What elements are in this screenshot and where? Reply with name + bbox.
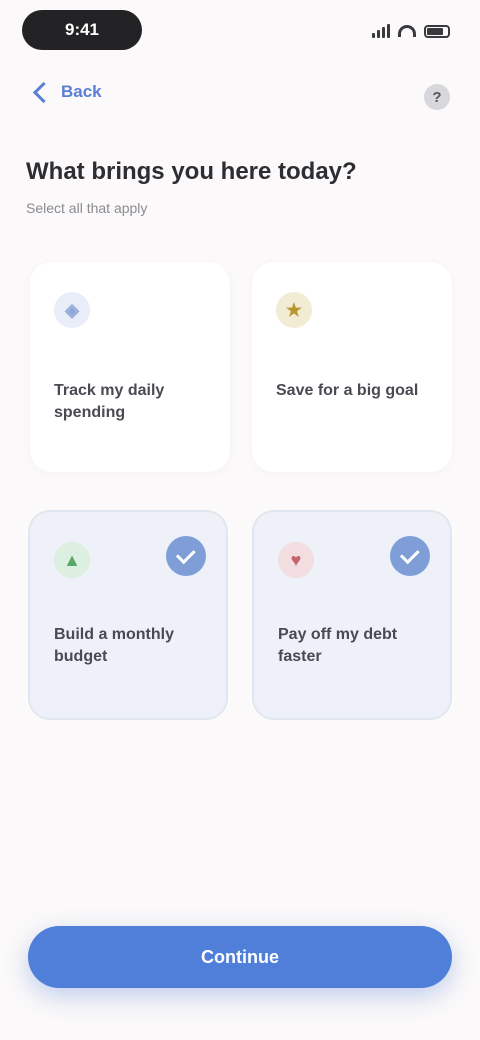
- continue-button[interactable]: Continue: [28, 926, 452, 988]
- star-icon: ★: [276, 292, 312, 328]
- option-title: Pay off my debt faster: [278, 626, 398, 665]
- page-title: What brings you here today?: [26, 158, 357, 185]
- back-button[interactable]: Back: [32, 81, 102, 103]
- selected-check-icon: [390, 536, 430, 576]
- page-subtitle: Select all that apply: [26, 200, 148, 216]
- option-card-spending[interactable]: ◈ Track my daily spending: [30, 262, 230, 472]
- wallet-icon: ◈: [54, 292, 90, 328]
- option-card-budget[interactable]: ▲ Build a monthly budget: [28, 510, 228, 720]
- wifi-icon: [398, 25, 416, 37]
- status-icons: [372, 22, 450, 40]
- option-card-savings[interactable]: ★ Save for a big goal: [252, 262, 452, 472]
- selected-check-icon: [166, 536, 206, 576]
- battery-icon: [424, 24, 450, 38]
- question-icon[interactable]: ?: [424, 84, 450, 110]
- chevron-left-icon: [32, 81, 55, 103]
- signal-icon: [372, 24, 390, 38]
- option-title: Track my daily spending: [54, 382, 165, 421]
- option-title: Save for a big goal: [276, 382, 419, 399]
- option-title: Build a monthly budget: [54, 626, 174, 665]
- status-bar: 9:41: [0, 0, 480, 64]
- nav-bar: Back ?: [0, 72, 480, 122]
- back-label: Back: [61, 82, 102, 101]
- option-card-debt[interactable]: ♥ Pay off my debt faster: [252, 510, 452, 720]
- chart-icon: ▲: [54, 542, 90, 578]
- status-time: 9:41: [22, 10, 142, 50]
- heart-icon: ♥: [278, 542, 314, 578]
